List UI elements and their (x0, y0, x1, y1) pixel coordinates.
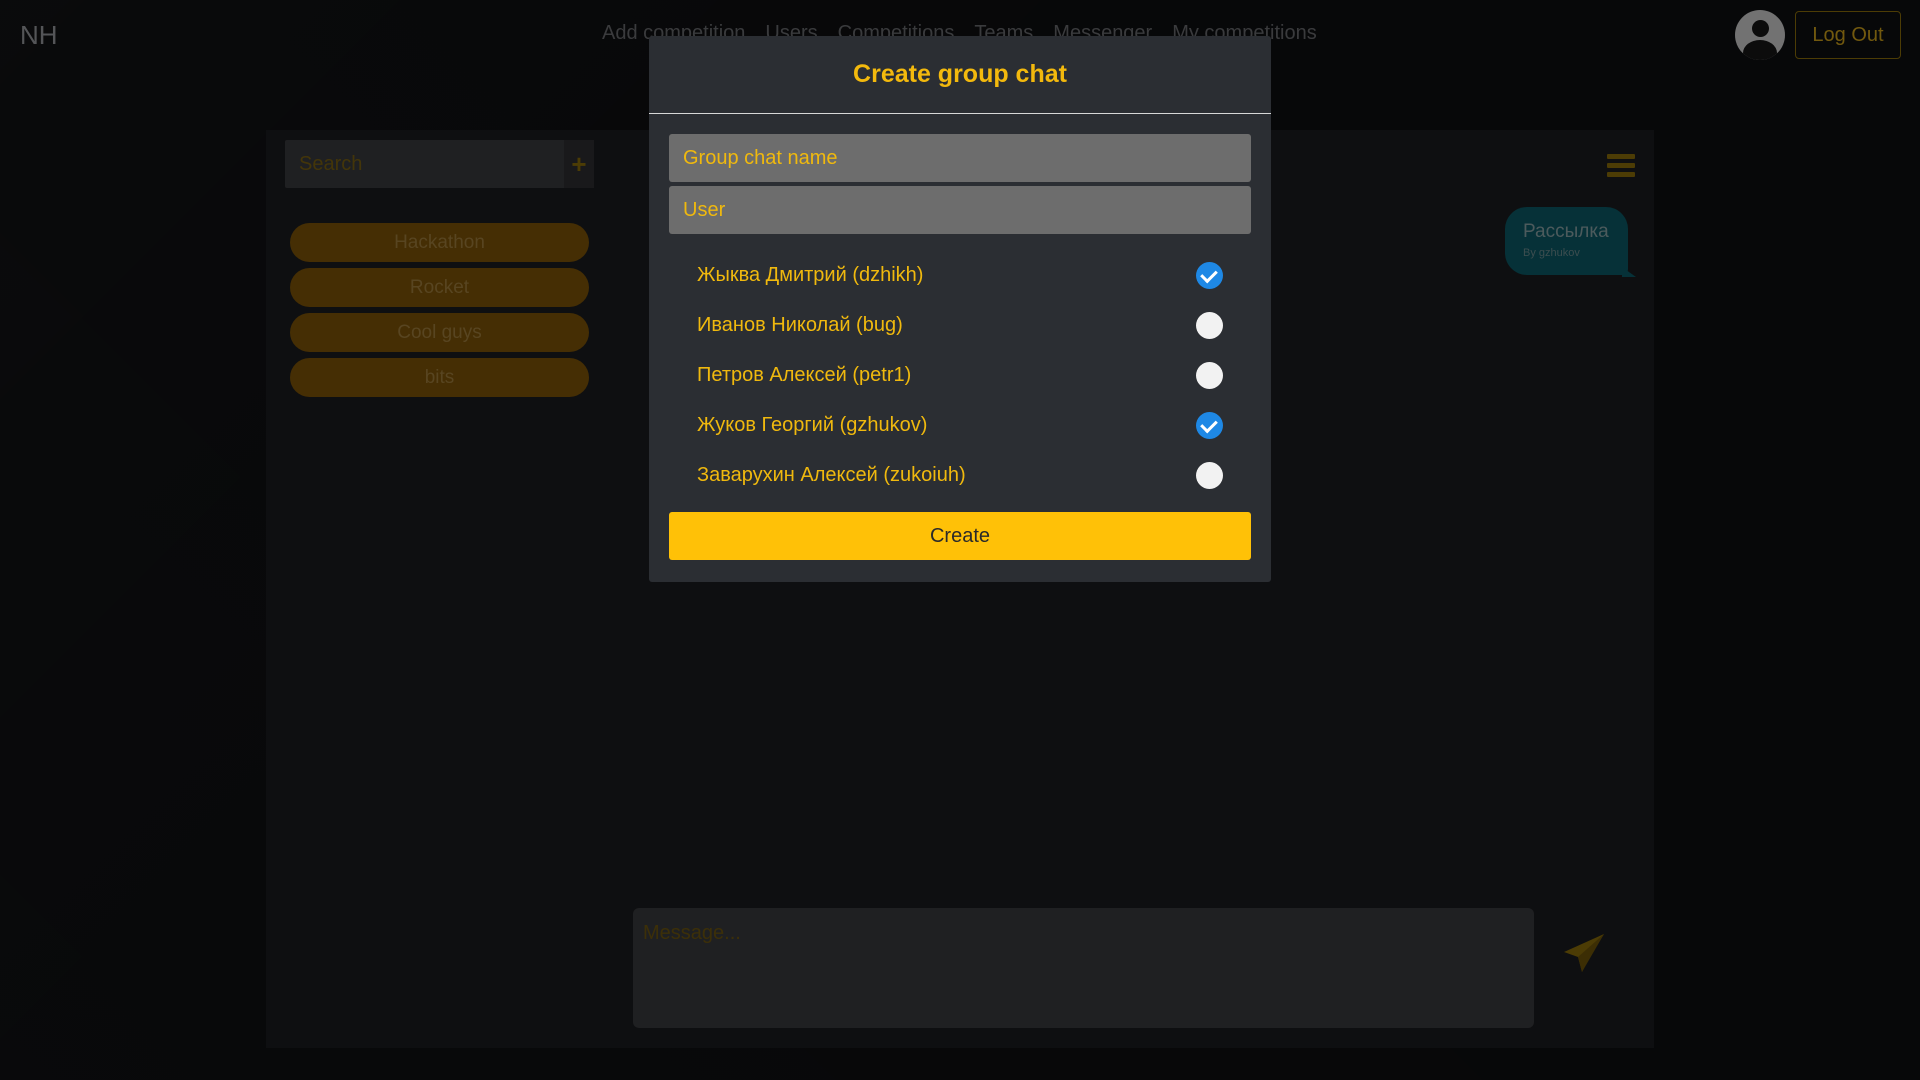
user-name: Петров Алексей (petr1) (697, 363, 912, 386)
user-name: Иванов Николай (bug) (697, 313, 903, 336)
user-list: Жыква Дмитрий (dzhikh) Иванов Николай (b… (669, 250, 1251, 500)
user-name: Жуков Георгий (gzhukov) (697, 413, 928, 436)
modal-title: Create group chat (853, 60, 1067, 88)
user-name: Жыква Дмитрий (dzhikh) (697, 263, 924, 286)
user-row[interactable]: Петров Алексей (petr1) (669, 350, 1251, 400)
user-name: Заварухин Алексей (zukoiuh) (697, 463, 966, 486)
group-chat-name-input[interactable] (669, 134, 1251, 182)
user-row[interactable]: Жуков Георгий (gzhukov) (669, 400, 1251, 450)
user-checkbox-checked[interactable] (1196, 411, 1223, 439)
group-name-field (669, 134, 1251, 182)
create-group-chat-modal: Create group chat Жыква Дмитрий (dzhikh)… (649, 36, 1271, 582)
user-checkbox[interactable] (1196, 361, 1223, 389)
user-filter-field (669, 186, 1251, 234)
user-checkbox[interactable] (1196, 311, 1223, 339)
user-checkbox-checked[interactable] (1196, 261, 1223, 289)
modal-header: Create group chat (649, 36, 1271, 114)
user-row[interactable]: Заварухин Алексей (zukoiuh) (669, 450, 1251, 500)
modal-body: Жыква Дмитрий (dzhikh) Иванов Николай (b… (649, 114, 1271, 560)
user-filter-input[interactable] (669, 186, 1251, 234)
user-row[interactable]: Жыква Дмитрий (dzhikh) (669, 250, 1251, 300)
create-button[interactable]: Create (669, 512, 1251, 560)
user-checkbox[interactable] (1196, 461, 1223, 489)
user-row[interactable]: Иванов Николай (bug) (669, 300, 1251, 350)
